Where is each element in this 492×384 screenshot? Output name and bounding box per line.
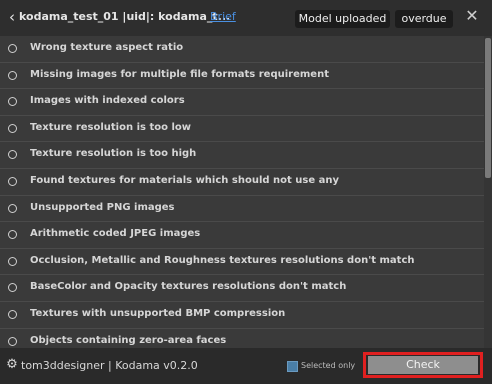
scrollbar[interactable] xyxy=(484,36,492,348)
check-label: Unsupported PNG images xyxy=(30,201,175,213)
check-button[interactable]: Check xyxy=(368,356,478,374)
list-item[interactable]: Arithmetic coded JPEG images xyxy=(0,222,484,249)
list-item[interactable]: Found textures for materials which shoul… xyxy=(0,169,484,196)
radio-button[interactable] xyxy=(8,256,17,266)
list-item[interactable]: Texture resolution is too high xyxy=(0,142,484,169)
list-item[interactable]: Texture resolution is too low xyxy=(0,116,484,143)
check-label: Textures with unsupported BMP compressio… xyxy=(30,307,286,319)
radio-button[interactable] xyxy=(8,97,17,107)
footer-bar: ⚙ tom3ddesigner | Kodama v0.2.0 Selected… xyxy=(0,348,492,384)
check-label: Images with indexed colors xyxy=(30,95,185,107)
radio-button[interactable] xyxy=(8,203,17,213)
list-item[interactable]: Textures with unsupported BMP compressio… xyxy=(0,302,484,329)
check-label: BaseColor and Opacity textures resolutio… xyxy=(30,281,347,293)
list-item[interactable]: BaseColor and Opacity textures resolutio… xyxy=(0,275,484,302)
close-icon[interactable]: ✕ xyxy=(462,6,482,26)
radio-button[interactable] xyxy=(8,230,17,240)
check-label: Arithmetic coded JPEG images xyxy=(30,228,201,240)
radio-button[interactable] xyxy=(8,309,17,319)
check-label: Texture resolution is too low xyxy=(30,121,191,133)
radio-button[interactable] xyxy=(8,150,17,160)
checks-list: Wrong texture aspect ratio Missing image… xyxy=(0,36,484,348)
list-item[interactable]: Wrong texture aspect ratio xyxy=(0,36,484,63)
status-badge: Model uploaded xyxy=(295,10,390,28)
check-label: Texture resolution is too high xyxy=(30,148,197,160)
brief-link[interactable]: Brief xyxy=(210,10,236,23)
scrollbar-thumb[interactable] xyxy=(485,38,491,178)
radio-button[interactable] xyxy=(8,44,17,53)
check-label: Objects containing zero-area faces xyxy=(30,334,227,346)
radio-button[interactable] xyxy=(8,123,17,133)
check-label: Wrong texture aspect ratio xyxy=(30,42,184,53)
page-title: kodama_test_01 |uid|: kodama_t... xyxy=(19,10,231,23)
list-item[interactable]: Missing images for multiple file formats… xyxy=(0,63,484,90)
list-item[interactable]: Images with indexed colors xyxy=(0,89,484,116)
gear-icon[interactable]: ⚙ xyxy=(5,358,19,372)
list-item[interactable]: Occlusion, Metallic and Roughness textur… xyxy=(0,249,484,276)
list-item[interactable]: Objects containing zero-area faces xyxy=(0,329,484,348)
radio-button[interactable] xyxy=(8,70,17,80)
selected-only-checkbox[interactable] xyxy=(287,361,298,372)
check-label: Occlusion, Metallic and Roughness textur… xyxy=(30,254,415,266)
header-bar: ‹ kodama_test_01 |uid|: kodama_t... Brie… xyxy=(0,0,492,36)
check-label: Missing images for multiple file formats… xyxy=(30,68,329,80)
check-label: Found textures for materials which shoul… xyxy=(30,174,339,186)
footer-brand: tom3ddesigner | Kodama v0.2.0 xyxy=(21,359,198,372)
radio-button[interactable] xyxy=(8,283,17,293)
radio-button[interactable] xyxy=(8,336,17,346)
list-item[interactable]: Unsupported PNG images xyxy=(0,196,484,223)
chevron-left-icon[interactable]: ‹ xyxy=(5,8,19,26)
deadline-badge: overdue xyxy=(395,10,453,28)
selected-only-label: Selected only xyxy=(301,361,356,370)
radio-button[interactable] xyxy=(8,176,17,186)
